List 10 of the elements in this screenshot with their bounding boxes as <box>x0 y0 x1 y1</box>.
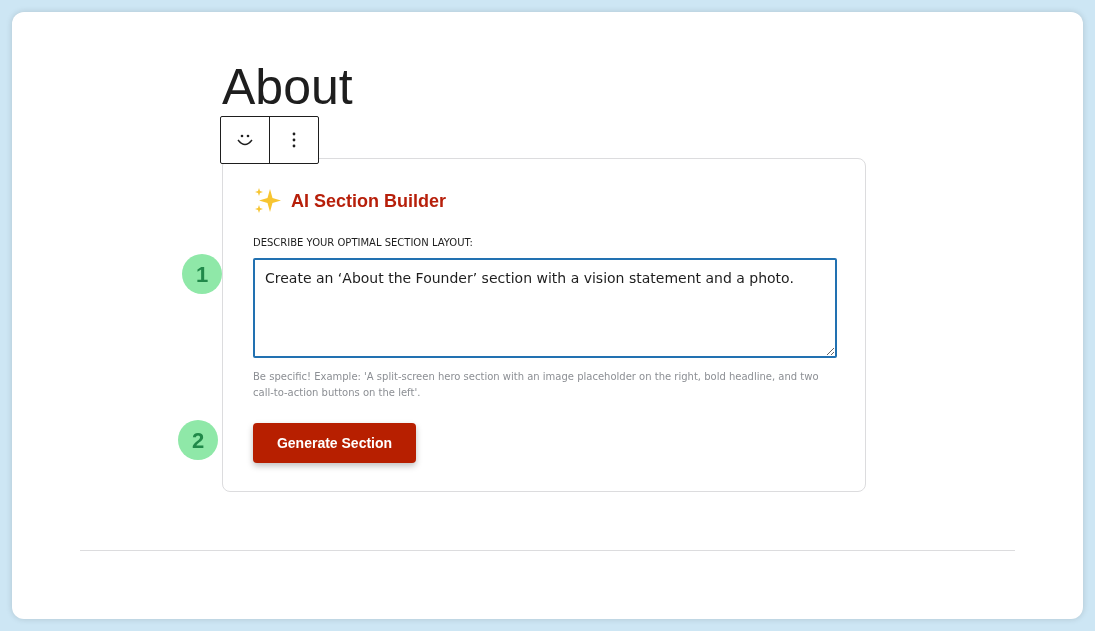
field-label: DESCRIBE YOUR OPTIMAL SECTION LAYOUT: <box>253 236 473 250</box>
step-badge: 1 <box>182 254 222 294</box>
step-badge: 2 <box>178 420 218 460</box>
more-vertical-icon <box>292 132 296 148</box>
builder-title: AI Section Builder <box>291 189 447 213</box>
generate-button[interactable]: Generate Section <box>253 423 416 463</box>
prompt-field[interactable]: Create an ‘About the Founder’ section with a vision statement and a photo. <box>253 258 837 358</box>
hint-text: Be specific! Example: 'A split-screen hero section with an image placeholder on the right, bold headline, and two call-to-action buttons on the left'. <box>253 370 820 400</box>
page-heading: About <box>222 62 353 114</box>
smiley-icon <box>236 133 254 147</box>
